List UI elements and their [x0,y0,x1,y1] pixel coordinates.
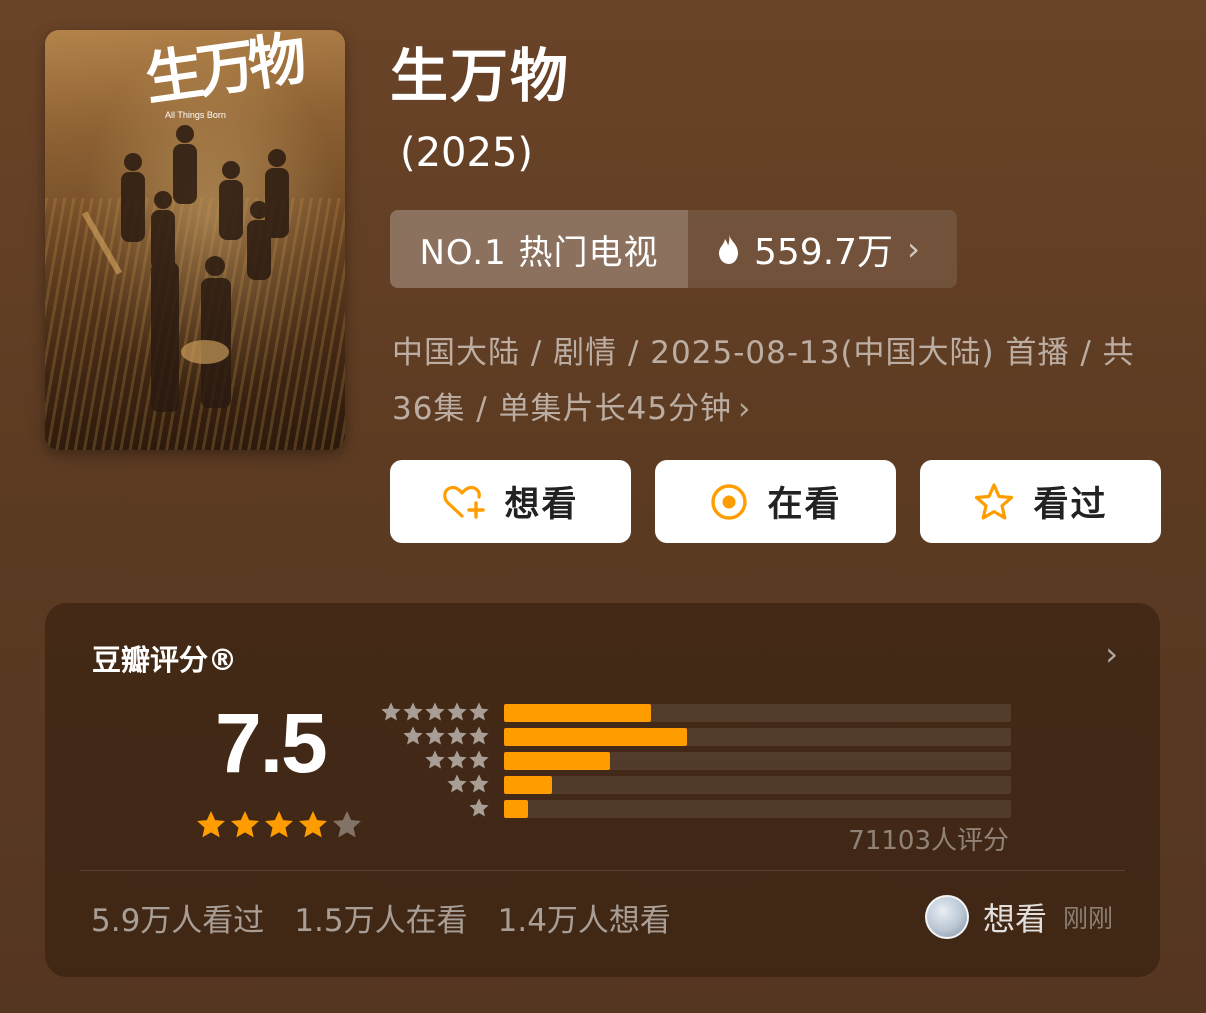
distribution-bar-5 [504,704,652,722]
movie-detail-page: 生万物 All Things Born 生万物 (2025) NO.1 热门电视… [0,0,1206,1013]
star-filled-icon [197,811,225,838]
rating-card[interactable]: 豆瓣评分® › 7.5 71103人评分 5.9万人看过 1.5万人在看 1.4… [45,603,1160,977]
star-filled-icon [231,811,259,838]
avatar[interactable] [924,895,969,939]
score-stars [195,809,363,841]
activity-label: 想看 [982,900,1047,938]
ranking-pill[interactable]: NO.1 热门电视 559.7万 › [390,210,957,288]
small-star-icon [403,702,423,721]
watched-button-label: 看过 [1033,485,1108,525]
star-outline-icon [975,482,1014,520]
star-filled-icon [265,811,293,838]
page-title: 生万物 [390,42,571,110]
small-star-icon [447,702,467,721]
recent-activity[interactable]: 想看 刚刚 [924,894,1113,940]
small-star-icon [447,726,467,745]
rating-score: 7.5 [215,696,328,790]
release-year: (2025) [400,130,534,176]
want-button[interactable]: 想看 [390,460,631,543]
star-filled-icon [299,811,327,838]
ranking-label: NO.1 热门电视 [390,210,688,288]
watched-button[interactable]: 看过 [920,460,1161,543]
meta-line-2: 36集 / 单集片长45分钟 [392,391,733,427]
distribution-bar-2 [504,776,553,794]
small-star-icon [469,774,489,793]
stat-want[interactable]: 1.4万人想看 [498,895,671,940]
activity-time: 刚刚 [1062,904,1113,933]
small-star-icon [425,702,445,721]
distribution-bar-1 [504,800,529,818]
meta-line-1: 中国大陆 / 剧情 / 2025-08-13(中国大陆) 首播 / 共 [392,335,1135,371]
distribution-stars-1 [468,797,490,819]
fire-icon [719,234,738,264]
small-star-icon [425,726,445,745]
meta-info[interactable]: 中国大陆 / 剧情 / 2025-08-13(中国大陆) 首播 / 共 36集 … [392,325,1152,437]
want-button-label: 想看 [504,485,579,525]
chevron-right-icon: › [738,391,752,427]
small-star-icon [381,702,401,721]
stat-watching[interactable]: 1.5万人在看 [294,895,467,940]
rating-card-title: 豆瓣评分® [92,643,238,677]
distribution-stars-4 [402,725,490,747]
small-star-icon [469,750,489,769]
divider [80,870,1125,871]
distribution-stars-5 [380,701,490,723]
stats-row: 5.9万人看过 1.5万人在看 1.4万人想看 [91,895,671,940]
meta-line-2-container: 36集 / 单集片长45分钟 › [392,381,1152,437]
small-star-icon [403,726,423,745]
poster-logo-subtitle: All Things Born [165,110,226,120]
distribution-bar-track [504,800,1011,818]
small-star-icon [469,726,489,745]
small-star-icon [425,750,445,769]
distribution-stars-3 [424,749,490,771]
heat-value-container: 559.7万 › [688,210,957,288]
small-star-icon [447,774,467,793]
distribution-bar-track [504,752,1011,770]
distribution-bar-3 [504,752,611,770]
watching-button-label: 在看 [767,485,842,525]
star-empty-icon [333,811,361,838]
watching-button[interactable]: 在看 [655,460,896,543]
distribution-bar-track [504,776,1011,794]
chevron-right-icon[interactable]: › [1105,635,1118,673]
distribution-bar-track [504,728,1011,746]
distribution-stars-2 [446,773,490,795]
small-star-icon [469,702,489,721]
chevron-right-icon: › [907,230,920,268]
stat-watched[interactable]: 5.9万人看过 [91,895,264,940]
small-star-icon [469,798,489,817]
distribution-bar-4 [504,728,687,746]
small-star-icon [447,750,467,769]
poster-image[interactable]: 生万物 All Things Born [45,30,345,450]
heart-plus-icon [443,485,486,519]
rating-count: 71103人评分 [848,826,1009,856]
heat-value: 559.7万 [754,232,894,273]
distribution-bar-track [504,704,1011,722]
target-icon [711,483,748,520]
